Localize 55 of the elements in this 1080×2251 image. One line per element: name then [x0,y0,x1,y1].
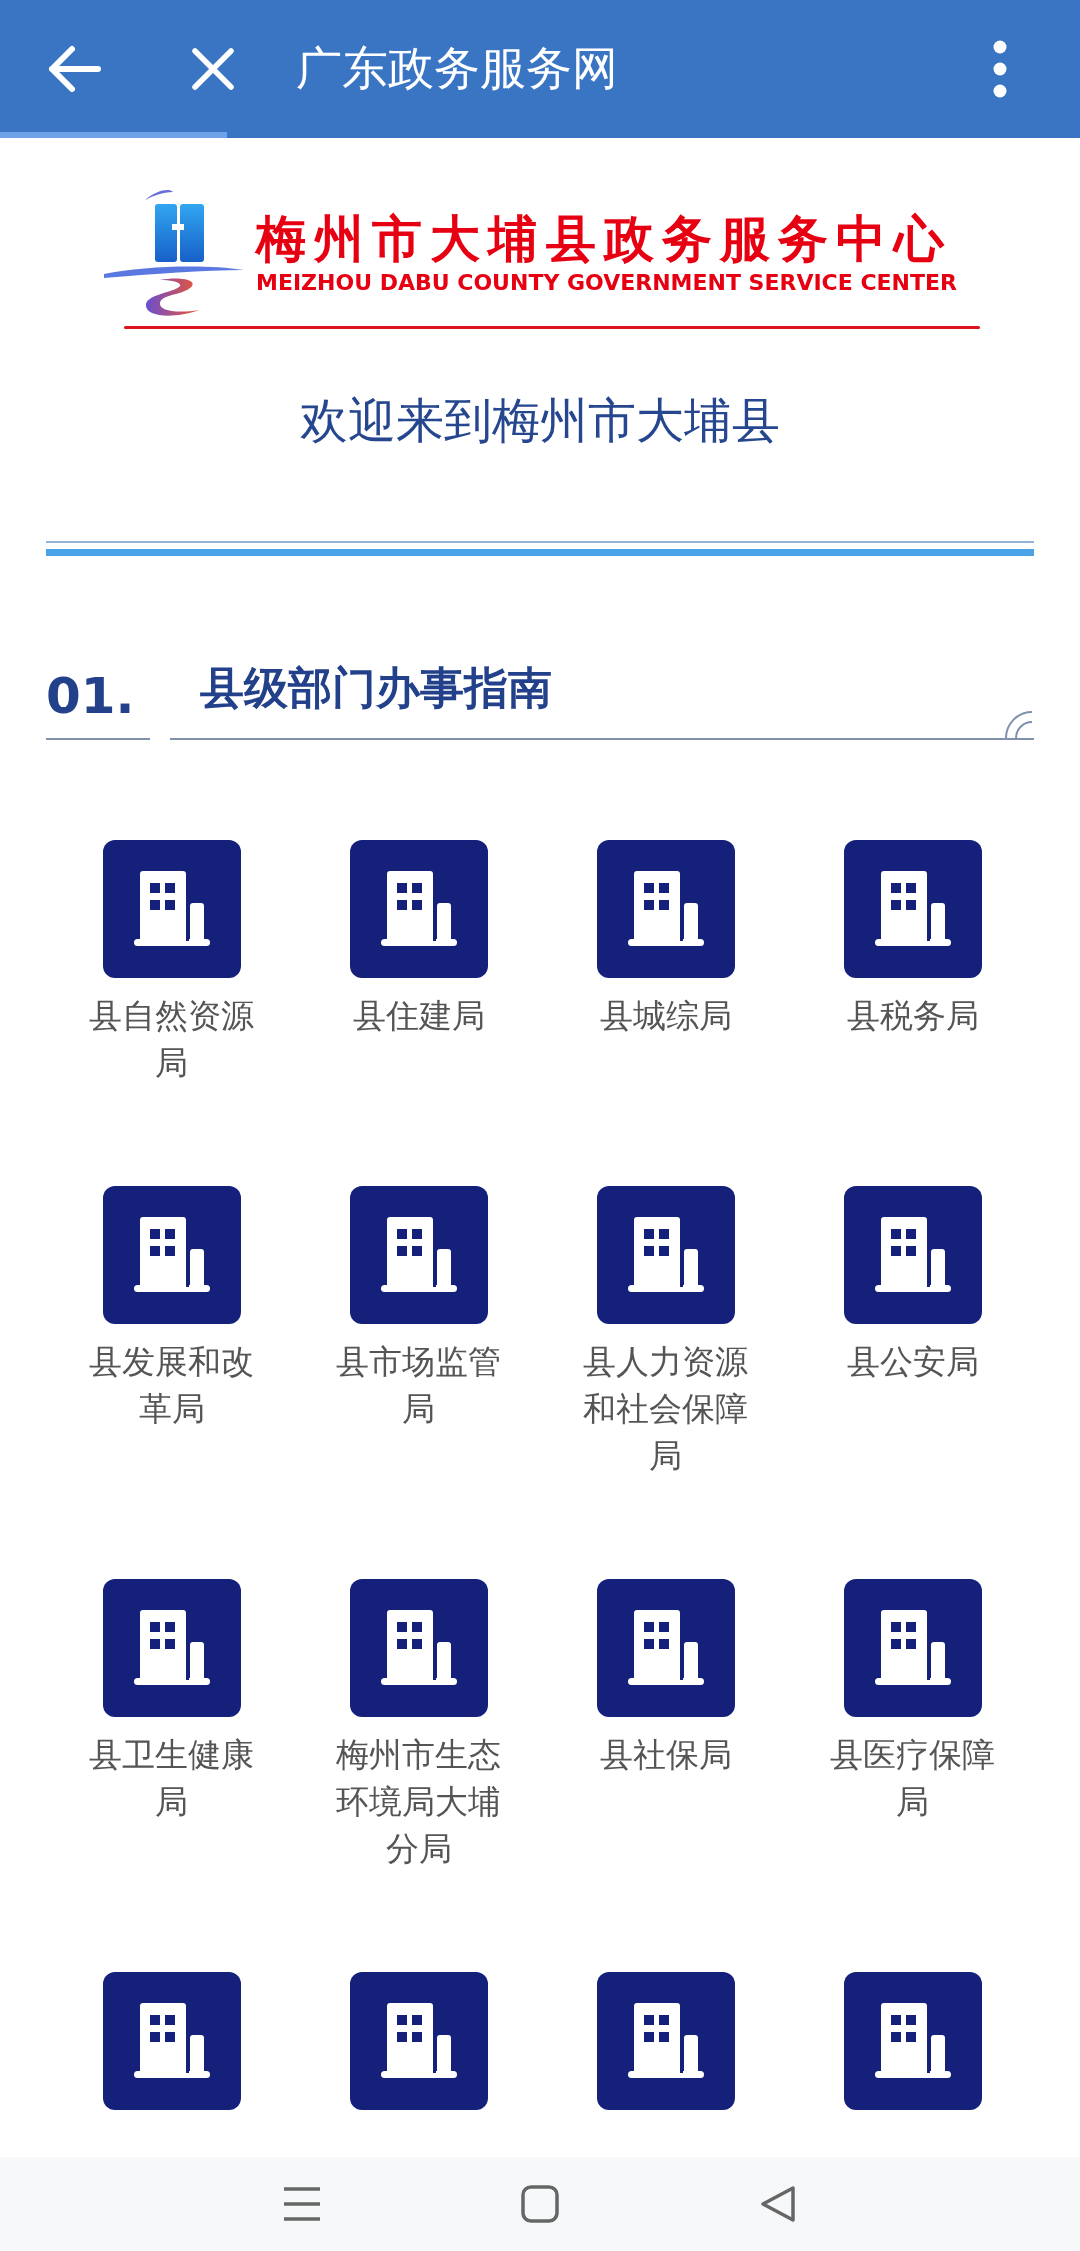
center-name: 梅州市大埔县政务服务中心 [256,209,953,269]
department-tile[interactable]: 县城综局 [542,840,789,1086]
department-label: 县人力资源和社会保障局 [582,1341,749,1477]
department-label: 县住建局 [351,995,486,1037]
building-icon [596,1579,735,1717]
department-tile[interactable]: 县发展和改革局 [48,1186,295,1479]
page-title: 广东政务服务网 [296,40,619,97]
building-icon [596,1972,735,2110]
building-icon [102,1186,241,1324]
back-triangle-icon [759,2185,797,2223]
department-tile[interactable]: 县医疗保障局 [789,1579,1036,1872]
department-tile[interactable]: 县人力资源和社会保障局 [542,1186,789,1479]
department-tile[interactable]: 梅州市生态环境局大埔分局 [295,1579,542,1872]
building-icon [596,840,735,978]
department-tile[interactable]: 县卫生健康局 [48,1579,295,1872]
department-tile[interactable]: 县市场监管局 [295,1186,542,1479]
department-label: 县自然资源局 [88,995,255,1084]
department-label: 县城综局 [598,995,733,1037]
department-label: 县税务局 [845,995,980,1037]
welcome-heading: 欢迎来到梅州市大埔县 [299,391,781,450]
section-title: 县级部门办事指南 [199,661,552,715]
building-icon [102,1972,241,2110]
building-icon [843,1579,982,1717]
building-icon [349,1186,488,1324]
building-icon [843,1186,982,1324]
department-label: 县发展和改革局 [88,1341,255,1430]
back-arrow-icon [46,44,102,94]
department-tile[interactable]: 县自然资源局 [48,840,295,1086]
building-icon [349,840,488,978]
close-icon [191,47,235,91]
building-icon [349,1972,488,2110]
department-label: 县社保局 [598,1734,733,1776]
building-icon [843,840,982,978]
building-icon [843,1972,982,2110]
menu-button[interactable] [283,2185,321,2223]
building-icon [102,1579,241,1717]
department-label: 县公安局 [845,1341,980,1383]
back-nav-button[interactable] [759,2185,797,2223]
building-icon [102,840,241,978]
center-english-name: MEIZHOU DABU COUNTY GOVERNMENT SERVICE CENTER [256,269,957,297]
home-square-icon [521,2185,559,2223]
department-label: 县卫生健康局 [88,1734,255,1823]
more-icon [992,40,1008,98]
department-label: 梅州市生态环境局大埔分局 [335,1734,502,1870]
department-label: 县市场监管局 [335,1341,502,1430]
department-tile[interactable]: 县社保局 [542,1579,789,1872]
section-number: 01. [46,668,150,740]
department-label: 县医疗保障局 [829,1734,996,1823]
building-icon [349,1579,488,1717]
department-tile[interactable]: 县税务局 [789,840,1036,1086]
department-tile[interactable]: 县住建局 [295,840,542,1086]
building-icon [596,1186,735,1324]
menu-icon [283,2185,321,2223]
department-tile[interactable]: 县公安局 [789,1186,1036,1479]
home-button[interactable] [521,2185,559,2223]
